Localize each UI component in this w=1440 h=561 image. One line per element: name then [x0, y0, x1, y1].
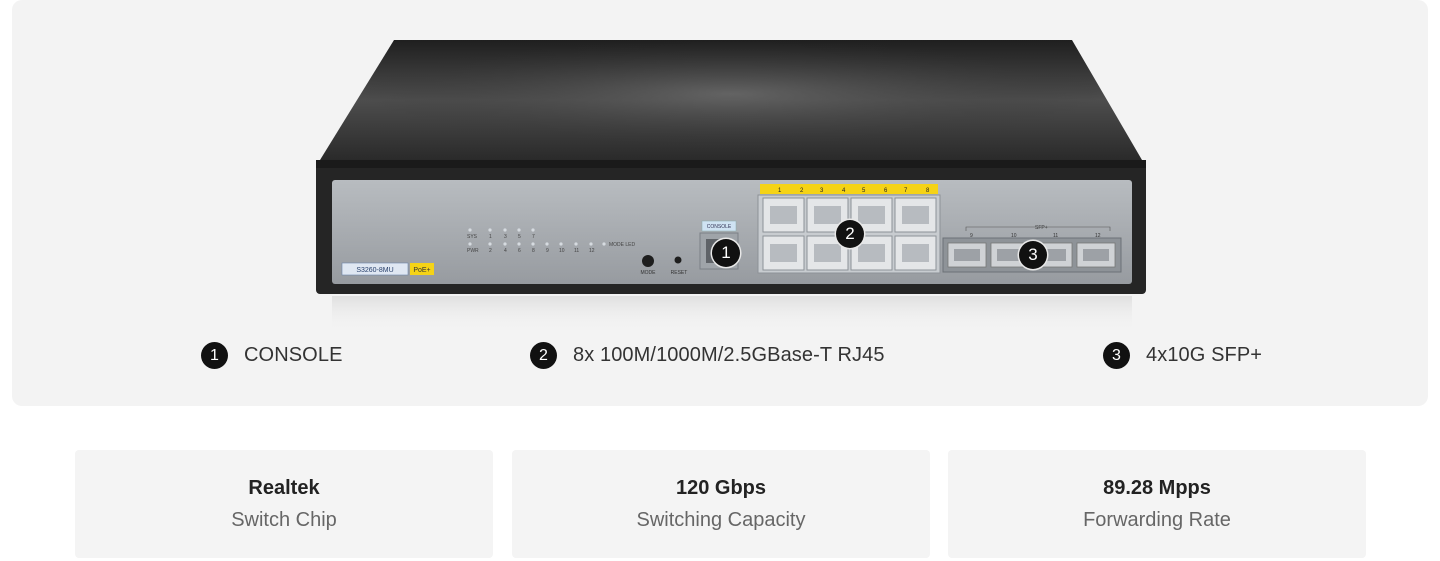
sfp-label: SFP+	[1035, 225, 1048, 231]
reset-button-label: RESET	[671, 270, 688, 276]
model-label: S3260-8MU	[356, 267, 393, 274]
spec-value: Realtek	[248, 477, 320, 499]
product-hero: S3260-8MU PoE+ SYS PWR 1 3 5 7 2 4 6 8 9…	[12, 0, 1428, 406]
spec-label: Forwarding Rate	[1083, 509, 1231, 531]
legend-console: 1 CONSOLE	[201, 342, 343, 369]
console-port-label: CONSOLE	[707, 224, 732, 230]
spec-label: Switch Chip	[231, 509, 337, 531]
svg-text:7: 7	[532, 234, 535, 240]
legend-number: 1	[201, 342, 228, 369]
svg-text:4: 4	[504, 248, 507, 254]
svg-text:1: 1	[489, 234, 492, 240]
callout-sfp: 3	[1019, 241, 1047, 269]
svg-text:SYS: SYS	[467, 234, 478, 240]
svg-text:PWR: PWR	[467, 248, 479, 254]
poe-label: PoE+	[413, 267, 430, 274]
callout-console: 1	[712, 239, 740, 267]
legend-label: 8x 100M/1000M/2.5GBase-T RJ45	[573, 344, 885, 366]
svg-text:9: 9	[546, 248, 549, 254]
svg-text:MODE LED: MODE LED	[609, 242, 636, 248]
spec-value: 89.28 Mpps	[1103, 477, 1211, 499]
spec-card-switching-capacity: 120 Gbps Switching Capacity	[512, 450, 930, 558]
spec-label: Switching Capacity	[636, 509, 806, 531]
legend-number: 2	[530, 342, 557, 369]
svg-text:2: 2	[489, 248, 492, 254]
svg-text:10: 10	[559, 248, 565, 254]
spec-value: 120 Gbps	[675, 477, 767, 499]
svg-text:6: 6	[518, 248, 521, 254]
svg-text:12: 12	[589, 248, 595, 254]
legend-sfp: 3 4x10G SFP+	[1103, 342, 1262, 369]
svg-text:3: 3	[504, 234, 507, 240]
spec-card-forwarding-rate: 89.28 Mpps Forwarding Rate	[948, 450, 1366, 558]
switch-device-image: S3260-8MU PoE+ SYS PWR 1 3 5 7 2 4 6 8 9…	[302, 38, 1162, 338]
mode-button[interactable]	[642, 255, 654, 267]
mode-button-label: MODE	[641, 270, 657, 276]
spec-card-switch-chip: Realtek Switch Chip	[75, 450, 493, 558]
svg-text:11: 11	[574, 248, 579, 254]
reset-button[interactable]	[674, 256, 682, 264]
svg-text:8: 8	[532, 248, 535, 254]
callout-rj45: 2	[836, 220, 864, 248]
switch-illustration: S3260-8MU PoE+ SYS PWR 1 3 5 7 2 4 6 8 9…	[316, 40, 1146, 332]
legend-label: 4x10G SFP+	[1146, 344, 1263, 366]
legend-number: 3	[1103, 342, 1130, 369]
legend-rj45: 2 8x 100M/1000M/2.5GBase-T RJ45	[530, 342, 885, 369]
svg-text:5: 5	[518, 234, 521, 240]
legend-label: CONSOLE	[244, 344, 343, 366]
